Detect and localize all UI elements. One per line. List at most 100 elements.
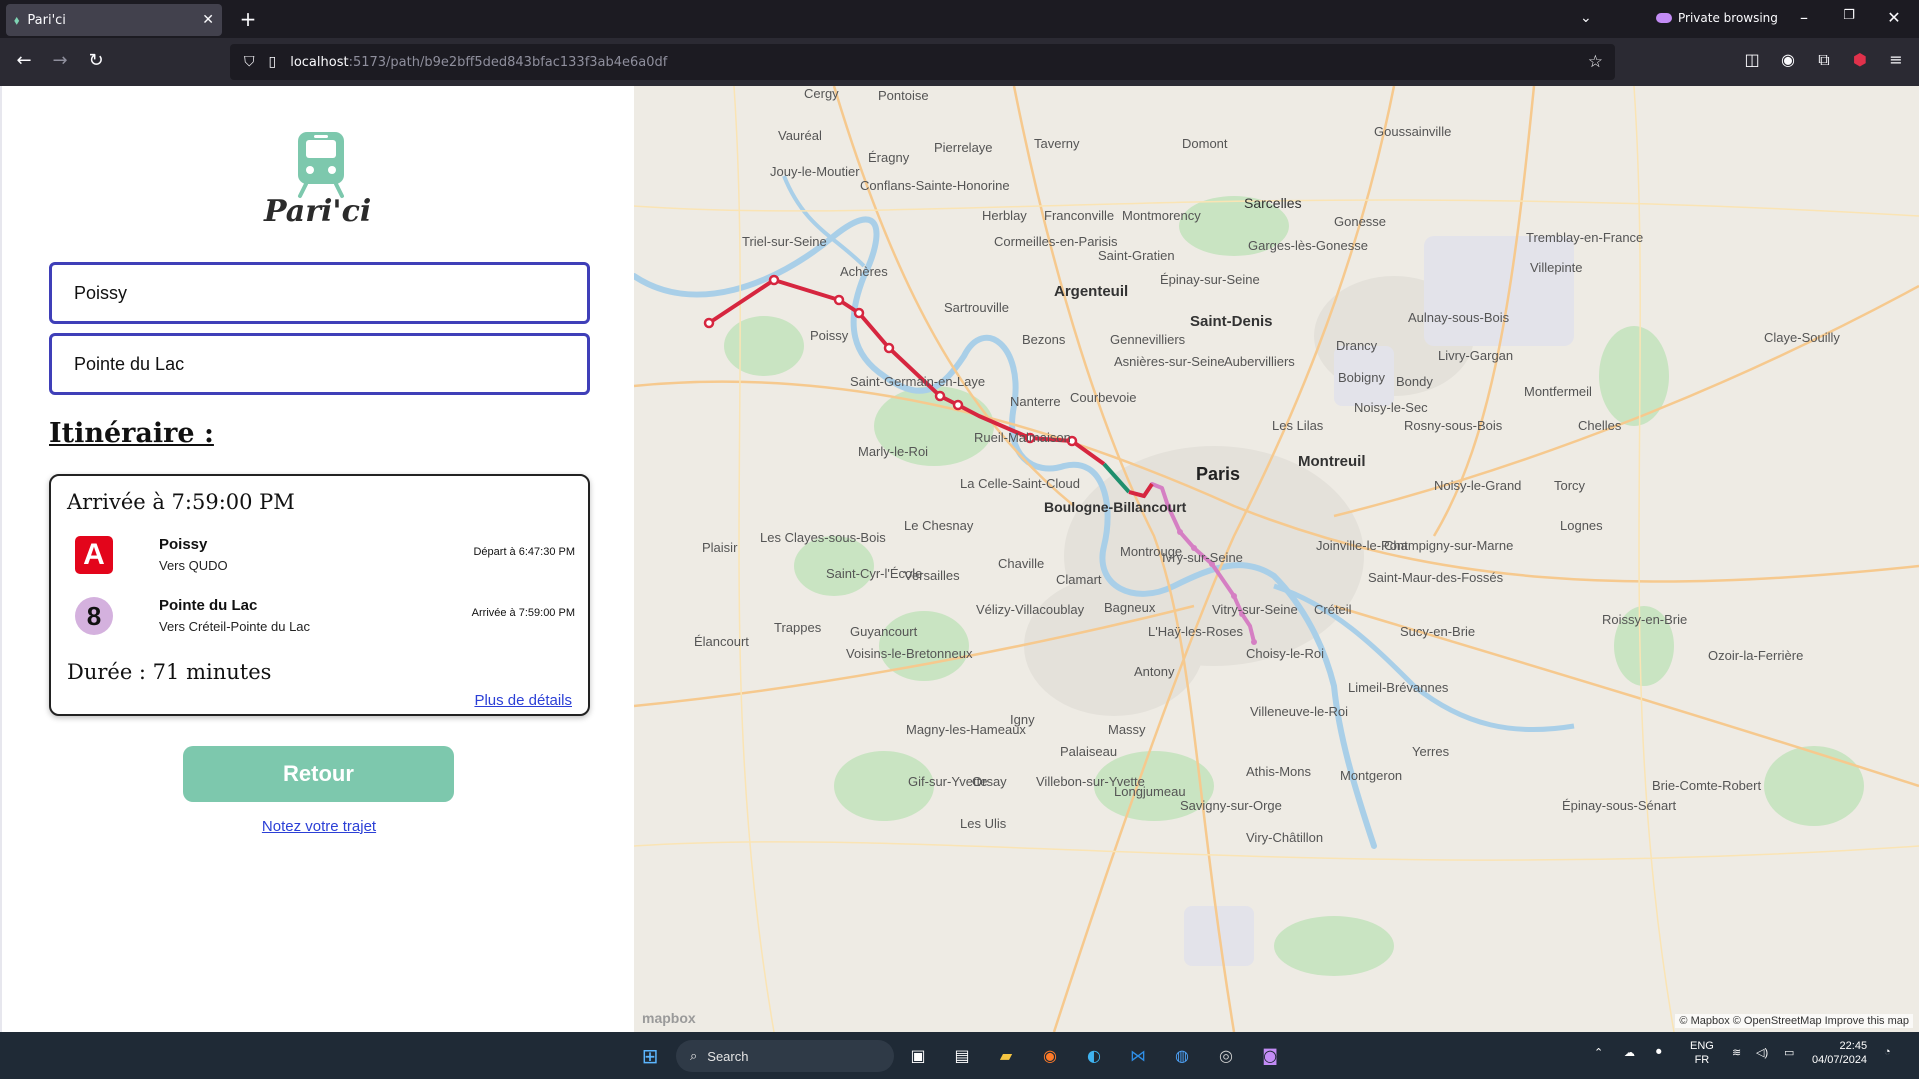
vscode-icon[interactable]: ⋈ <box>1124 1042 1152 1070</box>
map-label: Les Lilas <box>1272 418 1324 433</box>
reload-icon[interactable]: ↻ <box>84 50 108 71</box>
list-all-tabs-chevron-icon[interactable]: ⌄ <box>1580 10 1592 26</box>
map-label: Massy <box>1108 722 1146 737</box>
map-label: Limeil-Brévannes <box>1348 680 1449 695</box>
rate-trip-link[interactable]: Notez votre trajet <box>2 818 636 835</box>
map-label: Rosny-sous-Bois <box>1404 418 1503 433</box>
map-label: Bezons <box>1022 332 1066 347</box>
map-label: L'Haÿ-les-Roses <box>1148 624 1243 639</box>
language-indicator[interactable]: ENG FR <box>1690 1039 1714 1067</box>
file-explorer-icon[interactable]: ▰ <box>992 1042 1020 1070</box>
tab-close-icon[interactable]: ✕ <box>202 12 214 28</box>
map-label: Torcy <box>1554 478 1586 493</box>
bookmark-star-icon[interactable]: ☆ <box>1588 52 1603 72</box>
notification-bell-icon[interactable]: ◔ <box>1884 1046 1891 1058</box>
map-label: Franconville <box>1044 208 1114 223</box>
microphone-icon[interactable]: ⏺ <box>1656 1046 1662 1059</box>
arrival-field[interactable]: Pointe du Lac <box>49 333 590 395</box>
map-label: Éragny <box>868 150 910 165</box>
taskbar-search-box[interactable]: ⌕ Search <box>676 1040 894 1072</box>
itinerary-heading: Itinéraire : <box>49 418 214 449</box>
map-label: Courbevoie <box>1070 390 1137 405</box>
map-label: Paris <box>1196 464 1240 484</box>
departure-field[interactable]: Poissy <box>49 262 590 324</box>
map-label: Domont <box>1182 136 1228 151</box>
map-label: Cormeilles-en-Parisis <box>994 234 1118 249</box>
map-label: Noisy-le-Sec <box>1354 400 1428 415</box>
page-info-icon[interactable]: ▯ <box>269 54 277 70</box>
map-label: Sartrouville <box>944 300 1009 315</box>
address-bar[interactable]: ⛉ ▯ localhost:5173/path/b9e2bff5ded843bf… <box>230 44 1615 80</box>
url-path: :5173/path/b9e2bff5ded843bfac133f3ab4e6a… <box>348 54 668 70</box>
map-label: Chelles <box>1578 418 1622 433</box>
back-arrow-icon[interactable]: ← <box>12 50 36 71</box>
browser-tab-bar: ⬧ Pari'ci ✕ + ⌄ Private browsing – ❐ ✕ <box>0 0 1919 38</box>
map-label: Pontoise <box>878 88 929 103</box>
map-label: Sucy-en-Brie <box>1400 624 1475 639</box>
firefox-icon[interactable]: ◉ <box>1036 1042 1064 1070</box>
onedrive-icon[interactable]: ☁ <box>1624 1046 1635 1059</box>
menu-icon[interactable]: ≡ <box>1884 50 1908 69</box>
map-label: Aubervilliers <box>1224 354 1295 369</box>
widgets-icon[interactable]: ▤ <box>948 1042 976 1070</box>
map-label: Le Chesnay <box>904 518 974 533</box>
map-label: Poissy <box>810 328 849 343</box>
ublock-icon[interactable]: ⬢ <box>1848 50 1872 69</box>
forward-arrow-icon[interactable]: → <box>48 50 72 71</box>
itinerary-panel: Pari'ci Poissy Pointe du Lac Itinéraire … <box>0 86 634 1032</box>
clock-date: 04/07/2024 <box>1812 1054 1868 1066</box>
map-label: Gonesse <box>1334 214 1386 229</box>
close-window-icon[interactable]: ✕ <box>1884 8 1904 27</box>
language-bottom: FR <box>1694 1054 1710 1066</box>
tray-chevron-icon[interactable]: ⌃ <box>1594 1046 1603 1059</box>
map-label: Marly-le-Roi <box>858 444 928 459</box>
chrome-icon[interactable]: ◎ <box>1212 1042 1240 1070</box>
map-label: Lognes <box>1560 518 1603 533</box>
map-label: Goussainville <box>1374 124 1451 139</box>
minimize-icon[interactable]: – <box>1794 8 1814 27</box>
edge-icon[interactable]: ◐ <box>1080 1042 1108 1070</box>
map-label: Noisy-le-Grand <box>1434 478 1521 493</box>
private-browsing-indicator: Private browsing <box>1656 11 1778 25</box>
wifi-icon[interactable]: ≋ <box>1732 1046 1741 1059</box>
firefox-private-icon[interactable]: ◙ <box>1256 1042 1284 1070</box>
back-button[interactable]: Retour <box>183 746 454 802</box>
browser-nav-bar: ← → ↻ ⛉ ▯ localhost:5173/path/b9e2bff5de… <box>0 38 1919 86</box>
map-label: Élancourt <box>694 634 749 649</box>
map-label: Triel-sur-Seine <box>742 234 827 249</box>
new-tab-button[interactable]: + <box>236 8 260 32</box>
map-label: Saint-Denis <box>1190 313 1273 330</box>
clock[interactable]: 22:45 04/07/2024 <box>1812 1039 1867 1067</box>
map-label: Bondy <box>1396 374 1433 389</box>
map-label: Choisy-le-Roi <box>1246 646 1324 661</box>
map-label: Yerres <box>1412 744 1450 759</box>
pocket-icon[interactable]: ◫ <box>1740 50 1764 69</box>
battery-icon[interactable]: ▭ <box>1784 1046 1794 1059</box>
map-label: Nanterre <box>1010 394 1061 409</box>
map-label: Tremblay-en-France <box>1526 230 1643 245</box>
extensions-icon[interactable]: ⧉ <box>1812 50 1836 70</box>
mapbox-logo[interactable]: mapbox <box>642 1010 696 1026</box>
map-canvas[interactable]: Cergy Pontoise Vauréal Éragny Pierrelaye… <box>634 86 1919 1032</box>
shield-icon[interactable]: ⛉ <box>244 54 255 70</box>
volume-icon[interactable]: ◁) <box>1756 1046 1768 1059</box>
restore-icon[interactable]: ❐ <box>1839 8 1859 23</box>
language-top: ENG <box>1690 1040 1714 1052</box>
route-map[interactable]: Cergy Pontoise Vauréal Éragny Pierrelaye… <box>634 86 1919 1032</box>
browser-tab[interactable]: ⬧ Pari'ci ✕ <box>6 4 222 36</box>
windows-start-icon[interactable]: ⊞ <box>636 1042 664 1070</box>
map-attribution[interactable]: © Mapbox © OpenStreetMap Improve this ma… <box>1675 1014 1913 1028</box>
map-label: Jouy-le-Moutier <box>770 164 860 179</box>
map-label: Boulogne-Billancourt <box>1044 499 1187 515</box>
app-icon[interactable]: ◍ <box>1168 1042 1196 1070</box>
more-details-link[interactable]: Plus de détails <box>474 692 572 709</box>
map-label: Villepinte <box>1530 260 1583 275</box>
leg-stop: Pointe du Lac <box>159 597 258 614</box>
map-label: Créteil <box>1314 602 1352 617</box>
account-icon[interactable]: ◉ <box>1776 50 1800 69</box>
task-view-icon[interactable]: ▣ <box>904 1042 932 1070</box>
trip-duration: Durée : 71 minutes <box>67 660 272 684</box>
map-label: Rueil-Malmaison <box>974 430 1071 445</box>
tab-title: Pari'ci <box>27 12 66 28</box>
map-label: Ozoir-la-Ferrière <box>1708 648 1803 663</box>
